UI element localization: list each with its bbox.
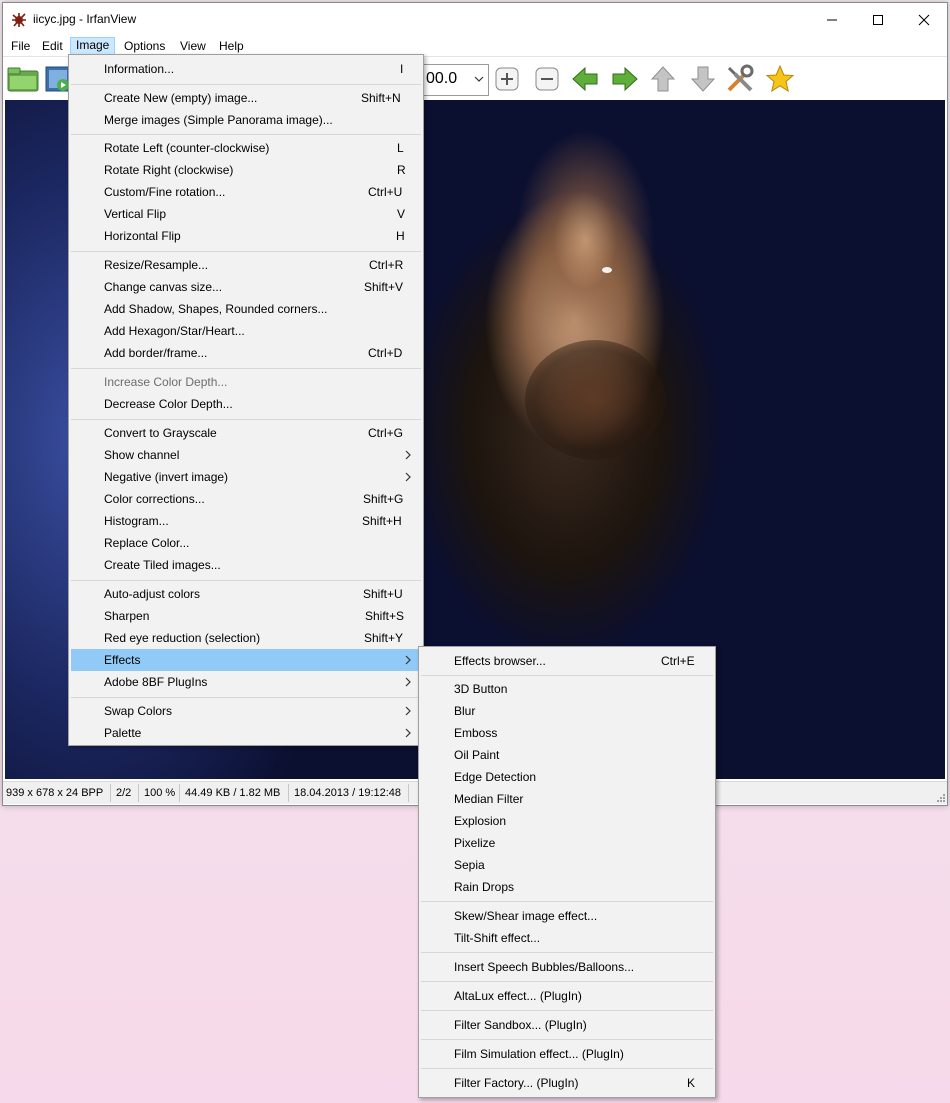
menu-view[interactable]: View (175, 38, 211, 54)
menu-item-color-corrections[interactable]: Color corrections... Shift+G (71, 488, 421, 510)
effects-item-pixelize[interactable]: Pixelize (421, 832, 713, 854)
image-menu-dropdown: Information... I Create New (empty) image… (68, 54, 424, 746)
irfanview-app-icon (12, 13, 26, 27)
submenu-arrow-icon (405, 655, 411, 665)
submenu-arrow-icon (405, 450, 411, 460)
effects-item-effects-browser[interactable]: Effects browser... Ctrl+E (421, 650, 713, 672)
menu-item-create-new-image[interactable]: Create New (empty) image... Shift+N (71, 87, 421, 109)
menu-item-rotate-right[interactable]: Rotate Right (clockwise) R (71, 159, 421, 181)
effects-item-edge-detection[interactable]: Edge Detection (421, 766, 713, 788)
menu-item-decrease-color-depth[interactable]: Decrease Color Depth... (71, 393, 421, 415)
zoom-combobox[interactable]: 00.0 (423, 64, 489, 96)
maximize-icon (873, 14, 883, 25)
close-button[interactable] (901, 3, 947, 36)
menu-item-histogram[interactable]: Histogram... Shift+H (71, 510, 421, 532)
menu-item-horizontal-flip[interactable]: Horizontal Flip H (71, 225, 421, 247)
menu-item-custom-rotation[interactable]: Custom/Fine rotation... Ctrl+U (71, 181, 421, 203)
effects-item-film-simulation[interactable]: Film Simulation effect... (PlugIn) (421, 1043, 713, 1065)
menu-item-rotate-left[interactable]: Rotate Left (counter-clockwise) L (71, 137, 421, 159)
submenu-arrow-icon (405, 728, 411, 738)
menu-item-replace-color[interactable]: Replace Color... (71, 532, 421, 554)
menu-bar: File Edit Image Options View Help (3, 36, 947, 56)
minimize-button[interactable] (809, 3, 855, 36)
up-arrow-icon[interactable] (649, 65, 677, 93)
menu-item-add-border-frame[interactable]: Add border/frame... Ctrl+D (71, 342, 421, 364)
window-title: iicyc.jpg - IrfanView (33, 12, 137, 26)
favorites-star-icon[interactable] (765, 64, 795, 94)
menu-item-create-tiled-images[interactable]: Create Tiled images... (71, 554, 421, 576)
status-zoom: 100 % (144, 787, 176, 799)
next-arrow-icon[interactable] (611, 65, 639, 93)
effects-item-explosion[interactable]: Explosion (421, 810, 713, 832)
menu-item-add-hexagon-star[interactable]: Add Hexagon/Star/Heart... (71, 320, 421, 342)
zoom-in-icon[interactable] (495, 67, 519, 91)
menu-item-adobe-8bf-plugins[interactable]: Adobe 8BF PlugIns (71, 671, 421, 693)
zoom-value: 00.0 (426, 70, 458, 87)
chevron-down-icon (474, 76, 484, 82)
menu-item-show-channel[interactable]: Show channel (71, 444, 421, 466)
zoom-out-icon[interactable] (535, 67, 559, 91)
menu-item-sharpen[interactable]: Sharpen Shift+S (71, 605, 421, 627)
title-bar[interactable]: iicyc.jpg - IrfanView (3, 3, 947, 36)
maximize-button[interactable] (855, 3, 901, 36)
close-icon (918, 14, 930, 25)
menu-item-merge-images[interactable]: Merge images (Simple Panorama image)... (71, 109, 421, 131)
submenu-arrow-icon (405, 706, 411, 716)
menu-item-convert-grayscale[interactable]: Convert to Grayscale Ctrl+G (71, 422, 421, 444)
effects-item-speech-bubbles[interactable]: Insert Speech Bubbles/Balloons... (421, 956, 713, 978)
menu-item-red-eye-reduction[interactable]: Red eye reduction (selection) Shift+Y (71, 627, 421, 649)
menu-item-increase-color-depth: Increase Color Depth... (104, 375, 228, 389)
effects-item-filter-sandbox[interactable]: Filter Sandbox... (PlugIn) (421, 1014, 713, 1036)
photo-beard (525, 340, 665, 460)
resize-grip-icon[interactable] (935, 792, 945, 802)
submenu-arrow-icon (405, 677, 411, 687)
menu-help[interactable]: Help (214, 38, 249, 54)
menu-image[interactable]: Image (70, 37, 116, 55)
open-folder-icon[interactable] (7, 65, 39, 93)
effects-item-rain-drops[interactable]: Rain Drops (421, 876, 713, 898)
effects-item-oil-paint[interactable]: Oil Paint (421, 744, 713, 766)
effects-item-median-filter[interactable]: Median Filter (421, 788, 713, 810)
photo-eye-highlight (602, 267, 612, 273)
submenu-arrow-icon (405, 472, 411, 482)
menu-item-change-canvas-size[interactable]: Change canvas size... Shift+V (71, 276, 421, 298)
previous-arrow-icon[interactable] (571, 65, 599, 93)
menu-item-add-shadow-shapes[interactable]: Add Shadow, Shapes, Rounded corners... (71, 298, 421, 320)
status-index: 2/2 (116, 787, 132, 799)
effects-item-3d-button[interactable]: 3D Button (421, 678, 713, 700)
menu-item-palette[interactable]: Palette (71, 722, 421, 744)
status-datetime: 18.04.2013 / 19:12:48 (294, 787, 402, 799)
effects-item-filter-factory[interactable]: Filter Factory... (PlugIn) K (421, 1072, 713, 1094)
effects-item-altalux[interactable]: AltaLux effect... (PlugIn) (421, 985, 713, 1007)
menu-file[interactable]: File (6, 38, 35, 54)
menu-item-resize-resample[interactable]: Resize/Resample... Ctrl+R (71, 254, 421, 276)
effects-item-blur[interactable]: Blur (421, 700, 713, 722)
effects-item-emboss[interactable]: Emboss (421, 722, 713, 744)
menu-options[interactable]: Options (119, 38, 170, 54)
status-filesize: 44.49 KB / 1.82 MB (185, 787, 281, 799)
menu-item-swap-colors[interactable]: Swap Colors (71, 700, 421, 722)
minimize-icon (827, 19, 837, 20)
status-dimensions: 939 x 678 x 24 BPP (6, 787, 104, 799)
menu-item-negative[interactable]: Negative (invert image) (71, 466, 421, 488)
menu-item-information[interactable]: Information... I (71, 58, 421, 80)
effects-item-tilt-shift[interactable]: Tilt-Shift effect... (421, 927, 713, 949)
down-arrow-icon[interactable] (689, 65, 717, 93)
menu-item-vertical-flip[interactable]: Vertical Flip V (71, 203, 421, 225)
effects-item-sepia[interactable]: Sepia (421, 854, 713, 876)
menu-item-effects[interactable]: Effects (71, 649, 421, 671)
effects-item-skew-shear[interactable]: Skew/Shear image effect... (421, 905, 713, 927)
menu-item-auto-adjust-colors[interactable]: Auto-adjust colors Shift+U (71, 583, 421, 605)
menu-edit[interactable]: Edit (37, 38, 68, 54)
settings-tools-icon[interactable] (725, 64, 755, 94)
effects-submenu: Effects browser... Ctrl+E 3D Button Blur … (418, 646, 716, 1098)
